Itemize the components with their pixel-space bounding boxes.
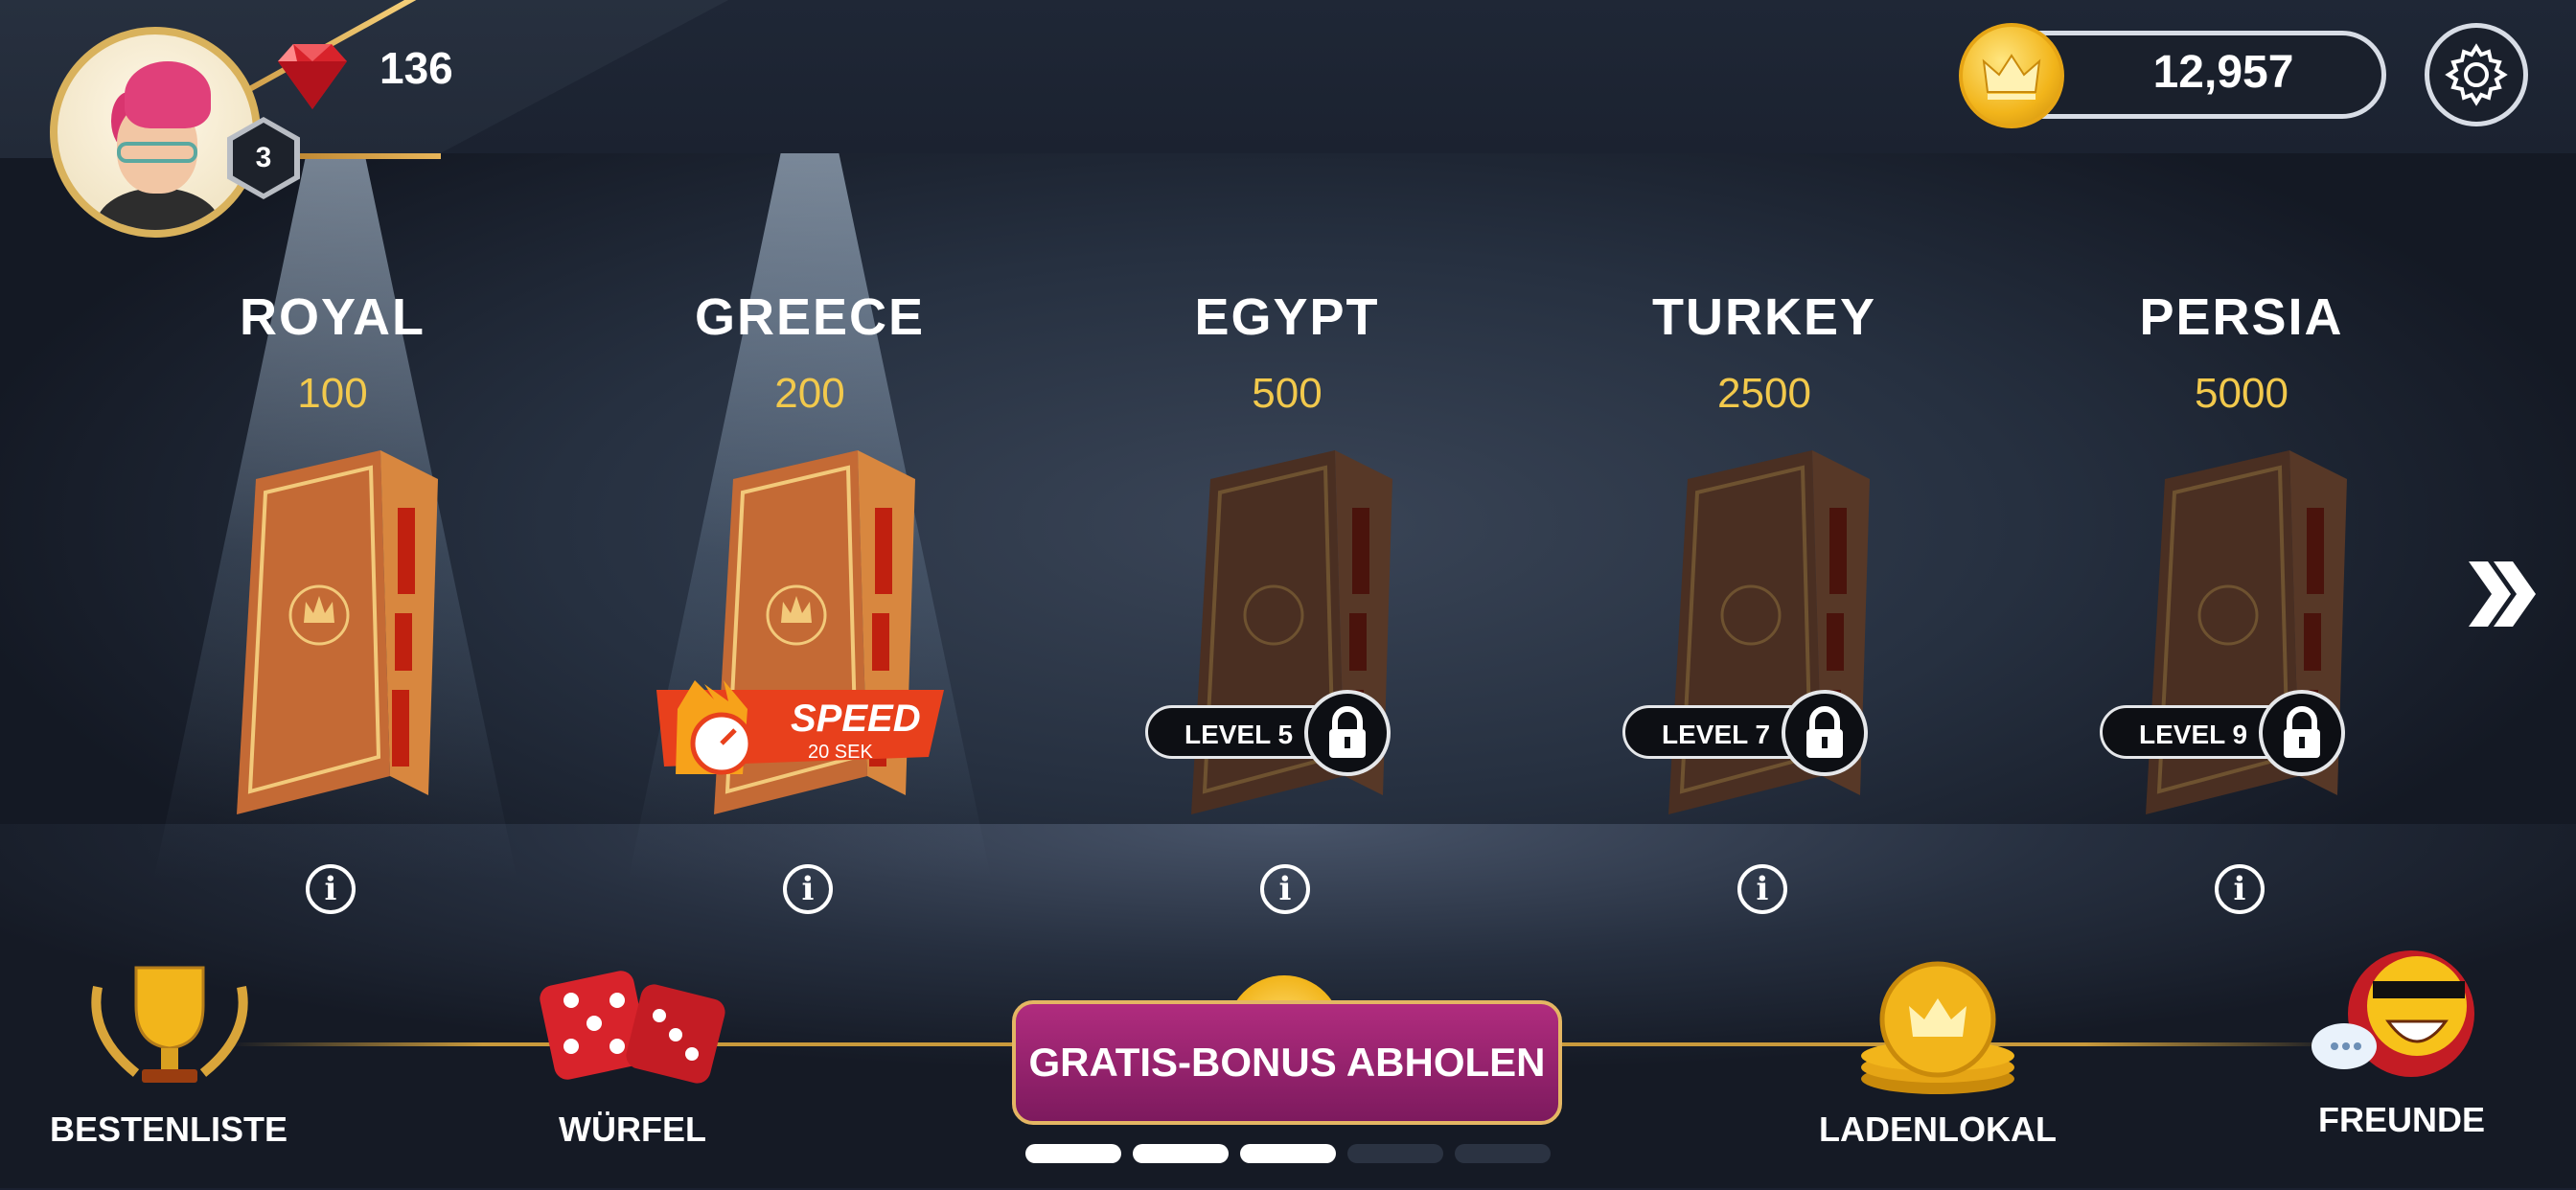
lock-icon xyxy=(1782,690,1868,776)
page-dot xyxy=(1347,1144,1443,1163)
avatar[interactable] xyxy=(50,27,261,238)
deck-name: PERSIA xyxy=(2139,288,2344,346)
lock-icon xyxy=(1304,690,1391,776)
chevron-double-right-icon[interactable] xyxy=(2465,556,2538,632)
speed-badge-subtitle: 20 SEK xyxy=(808,742,873,763)
lock-level-label: LEVEL 7 xyxy=(1662,720,1771,749)
info-icon[interactable]: i xyxy=(2215,864,2265,914)
deck-name: TURKEY xyxy=(1651,288,1876,346)
deck-royal[interactable]: ROYAL 100 i xyxy=(170,287,495,939)
page-dot xyxy=(1025,1144,1121,1163)
nav-shop[interactable]: LADENLOKAL xyxy=(1813,939,2062,1169)
deck-price: 500 xyxy=(1252,370,1322,417)
nav-shop-label: LADENLOKAL xyxy=(1819,1110,2057,1149)
settings-button[interactable] xyxy=(2425,23,2528,126)
nav-dice-label: WÜRFEL xyxy=(559,1110,706,1149)
lock-icon xyxy=(2259,690,2345,776)
deck-turkey[interactable]: TURKEY 2500 LEVEL 7 i xyxy=(1601,287,1927,939)
nav-leaderboard[interactable]: BESTENLISTE xyxy=(44,939,293,1169)
info-icon[interactable]: i xyxy=(783,864,833,914)
gem-count: 136 xyxy=(380,43,453,93)
info-icon[interactable]: i xyxy=(1737,864,1787,914)
player-level-value: 3 xyxy=(233,123,294,194)
info-icon[interactable]: i xyxy=(1260,864,1310,914)
backgammon-board-icon[interactable] xyxy=(237,450,438,814)
page-dot xyxy=(1455,1144,1551,1163)
page-dot xyxy=(1133,1144,1229,1163)
deck-egypt[interactable]: EGYPT 500 LEVEL 5 i xyxy=(1124,287,1450,939)
lock-level-label: LEVEL 5 xyxy=(1184,720,1294,749)
info-icon[interactable]: i xyxy=(306,864,356,914)
dice-icon xyxy=(540,971,725,1084)
laughing-emoji-icon xyxy=(2312,950,2474,1077)
deck-greece[interactable]: GREECE 200 SPEED 20 SEK i xyxy=(647,287,973,939)
speed-badge: SPEED 20 SEK xyxy=(656,680,944,786)
gem-icon[interactable] xyxy=(268,38,356,113)
deck-name: ROYAL xyxy=(239,288,426,346)
nav-friends[interactable]: FREUNDE xyxy=(2277,939,2526,1169)
deck-price: 2500 xyxy=(1717,370,1811,417)
deck-price: 100 xyxy=(297,370,368,417)
trophy-icon xyxy=(91,966,248,1083)
deck-name: EGYPT xyxy=(1194,288,1380,346)
deck-name: GREECE xyxy=(694,288,926,346)
deck-price: 200 xyxy=(774,370,845,417)
coin-balance-value: 12,957 xyxy=(2152,47,2294,98)
page-dot xyxy=(1240,1144,1336,1163)
lock-level-label: LEVEL 9 xyxy=(2139,720,2248,749)
speed-badge-title: SPEED xyxy=(791,698,921,740)
collect-bonus-button[interactable]: GRATIS-BONUS ABHOLEN xyxy=(1012,1000,1562,1125)
gear-icon xyxy=(2445,43,2508,106)
nav-leaderboard-label: BESTENLISTE xyxy=(49,1110,288,1149)
nav-friends-label: FREUNDE xyxy=(2317,1100,2485,1139)
deck-price: 5000 xyxy=(2195,370,2288,417)
coin-crown-icon[interactable] xyxy=(1959,23,2064,128)
nav-dice[interactable]: WÜRFEL xyxy=(508,939,757,1169)
deck-persia[interactable]: PERSIA 5000 LEVEL 9 i xyxy=(2079,287,2404,939)
coin-stack-icon xyxy=(1861,961,2014,1094)
